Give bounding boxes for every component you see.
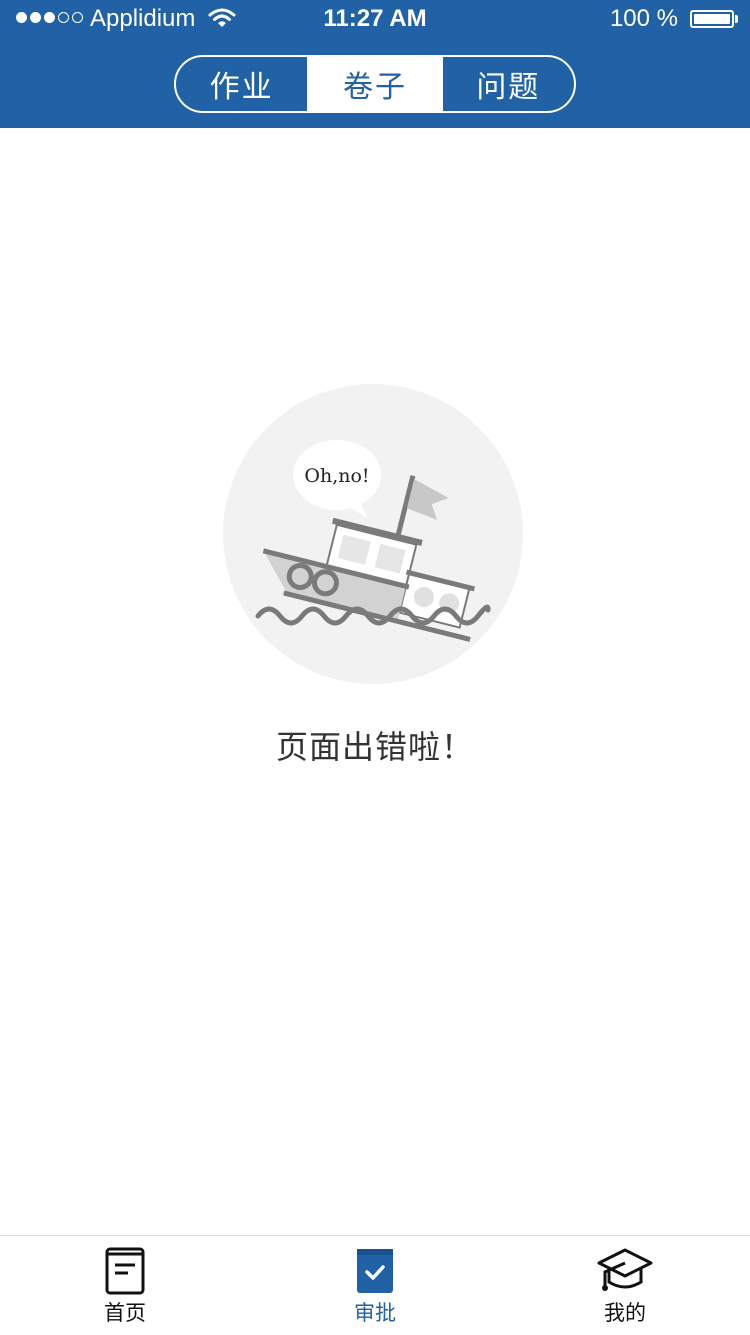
book-icon [104, 1245, 146, 1297]
sinking-boat-icon: Oh,no! [223, 384, 523, 684]
status-bar: Applidium 11:27 AM 100 % [0, 0, 750, 40]
tab-home-label: 首页 [104, 1301, 146, 1325]
tab-bar: 首页 审批 我的 [0, 1235, 750, 1335]
segmented-control: 作业 卷子 问题 [174, 55, 576, 113]
graduation-cap-icon [597, 1245, 653, 1297]
battery-percentage: 100 % [609, 5, 678, 32]
tab-profile-label: 我的 [604, 1301, 646, 1325]
tab-approval[interactable]: 审批 [250, 1236, 500, 1335]
tab-profile[interactable]: 我的 [500, 1236, 750, 1335]
tab-approval-label: 审批 [354, 1301, 396, 1325]
header: Applidium 11:27 AM 100 % 作业 卷子 问题 [0, 0, 750, 128]
segment-homework[interactable]: 作业 [176, 57, 307, 111]
battery-icon [690, 10, 734, 28]
error-message: 页面出错啦！ [275, 728, 474, 766]
tab-home[interactable]: 首页 [0, 1236, 250, 1335]
segment-papers[interactable]: 卷子 [307, 57, 441, 111]
bubble-text: Oh,no! [304, 465, 369, 487]
approval-book-icon [354, 1245, 396, 1297]
segment-questions[interactable]: 问题 [440, 57, 574, 111]
